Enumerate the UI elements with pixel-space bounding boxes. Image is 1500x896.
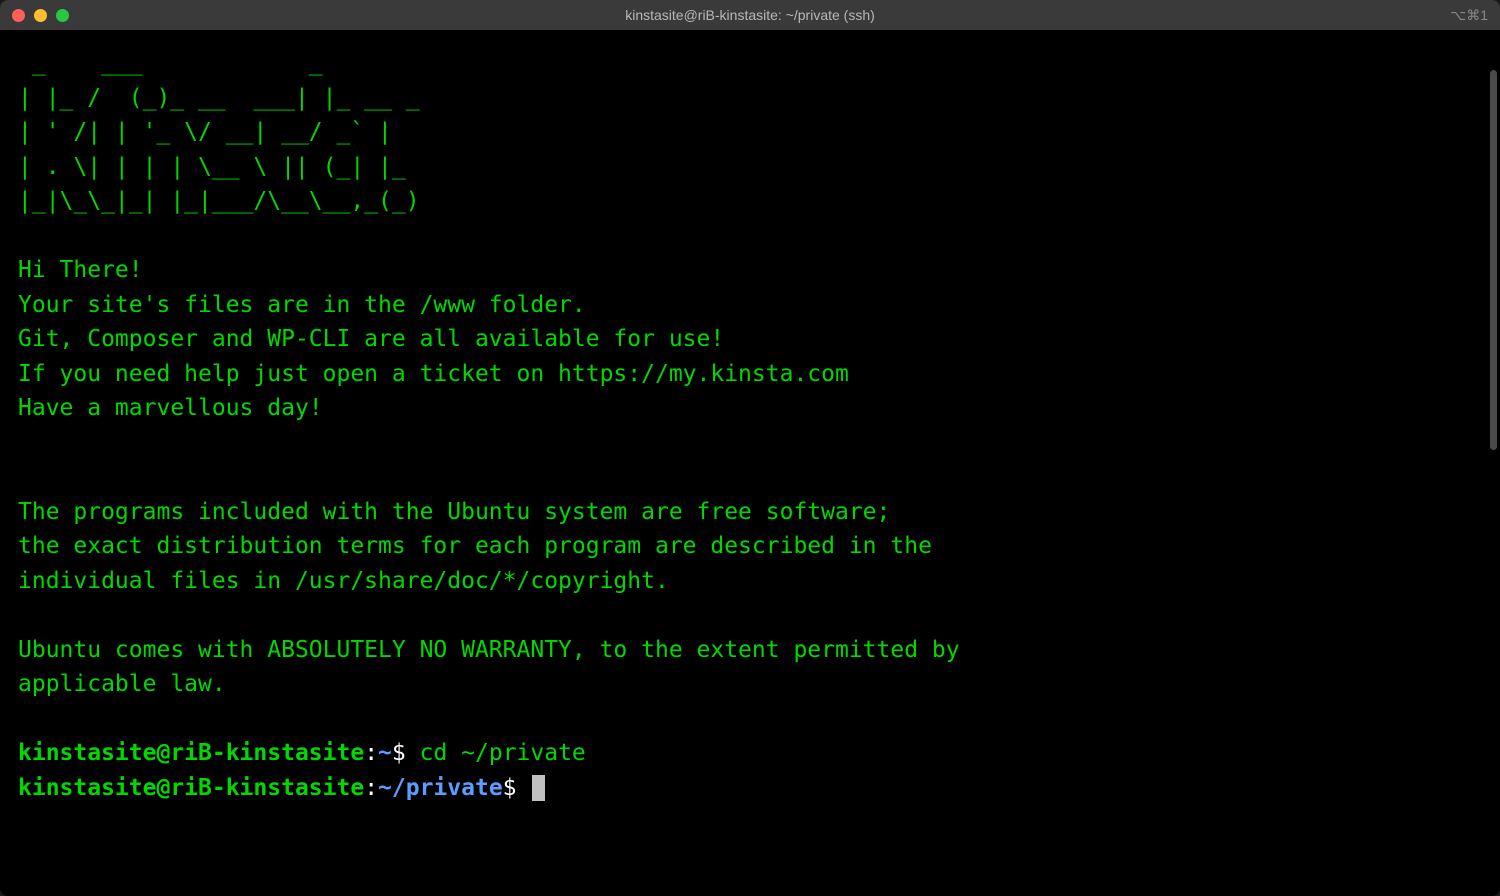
titlebar: kinstasite@riB-kinstasite: ~/private (ss… bbox=[0, 0, 1500, 30]
ubuntu-notice: applicable law. bbox=[18, 671, 226, 697]
prompt-separator: : bbox=[364, 740, 378, 766]
prompt-user: kinstasite@riB-kinstasite bbox=[18, 775, 364, 801]
prompt-user: kinstasite@riB-kinstasite bbox=[18, 740, 364, 766]
terminal-window: kinstasite@riB-kinstasite: ~/private (ss… bbox=[0, 0, 1500, 896]
motd-greeting: Hi There! bbox=[18, 257, 143, 283]
close-button[interactable] bbox=[12, 9, 25, 22]
ubuntu-notice: The programs included with the Ubuntu sy… bbox=[18, 499, 890, 525]
ascii-art-logo: _ ___ _ | |_ / (_)_ __ ___| |_ __ _ | ' … bbox=[18, 50, 420, 214]
traffic-lights bbox=[12, 9, 69, 22]
prompt-dollar: $ bbox=[392, 740, 420, 766]
motd-line: Your site's files are in the /www folder… bbox=[18, 292, 586, 318]
window-title: kinstasite@riB-kinstasite: ~/private (ss… bbox=[625, 7, 875, 23]
prompt-separator: : bbox=[364, 775, 378, 801]
maximize-button[interactable] bbox=[56, 9, 69, 22]
terminal-output: _ ___ _ | |_ / (_)_ __ ___| |_ __ _ | ' … bbox=[18, 46, 1482, 805]
ubuntu-notice: Ubuntu comes with ABSOLUTELY NO WARRANTY… bbox=[18, 637, 960, 663]
ubuntu-notice: the exact distribution terms for each pr… bbox=[18, 533, 932, 559]
ubuntu-notice: individual files in /usr/share/doc/*/cop… bbox=[18, 568, 669, 594]
motd-line: Have a marvellous day! bbox=[18, 395, 323, 421]
prompt-path: ~ bbox=[378, 740, 392, 766]
command-text: cd ~/private bbox=[420, 740, 586, 766]
prompt-path: ~/private bbox=[378, 775, 503, 801]
motd-line: If you need help just open a ticket on h… bbox=[18, 361, 849, 387]
prompt-dollar: $ bbox=[503, 775, 531, 801]
minimize-button[interactable] bbox=[34, 9, 47, 22]
scrollbar[interactable] bbox=[1490, 70, 1497, 450]
motd-line: Git, Composer and WP-CLI are all availab… bbox=[18, 326, 724, 352]
terminal-cursor bbox=[532, 775, 545, 801]
terminal-body[interactable]: _ ___ _ | |_ / (_)_ __ ___| |_ __ _ | ' … bbox=[0, 30, 1500, 896]
shortcut-hint: ⌥⌘1 bbox=[1450, 7, 1488, 24]
